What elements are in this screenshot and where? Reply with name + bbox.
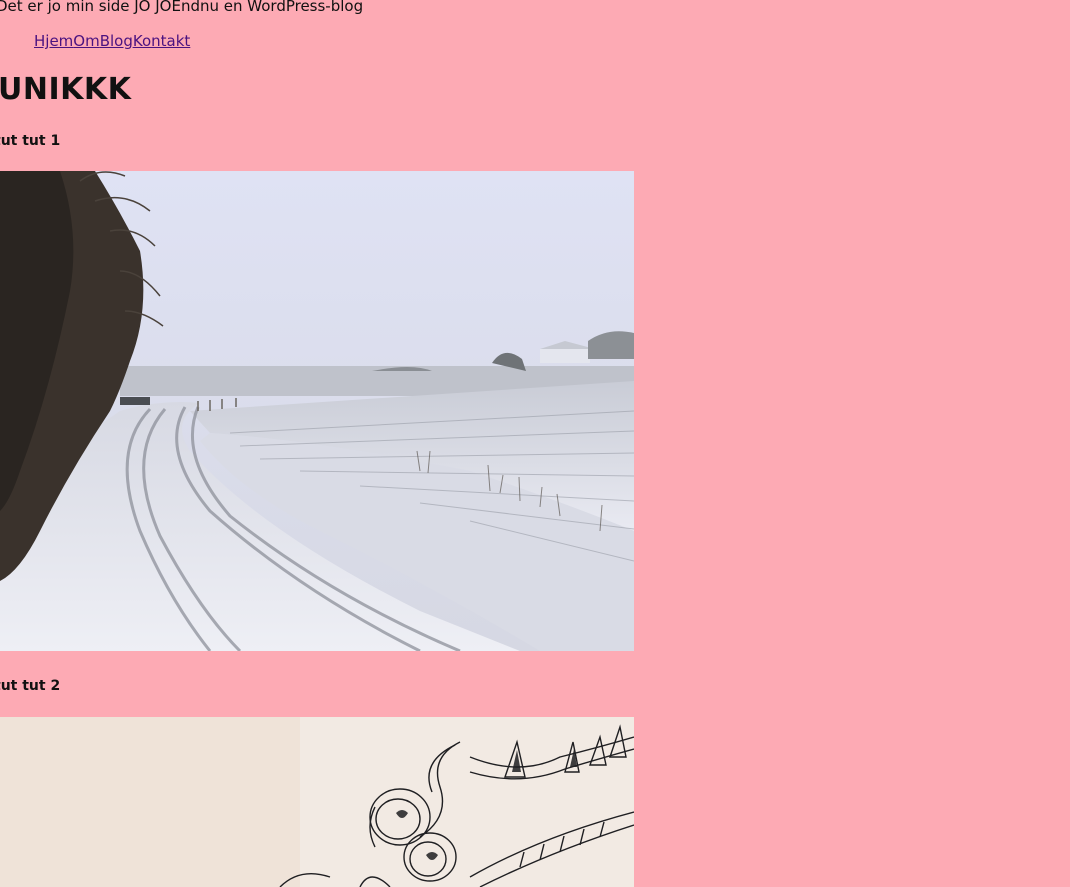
site-title[interactable]: Det er jo min side JO JOEndnu en WordPre… [0,0,363,15]
nav-link-blog[interactable]: Blog [100,32,133,50]
page-title: UNIKKK [0,72,132,107]
page: Det er jo min side JO JOEndnu en WordPre… [0,0,1070,887]
post-caption-2: tut tut 2 [0,678,61,694]
nav-link-om[interactable]: Om [73,32,99,50]
sketch-drawing-photo [0,717,634,887]
post-caption-1: tut tut 1 [0,133,61,149]
nav-link-hjem[interactable]: Hjem [34,32,73,50]
site-header: Det er jo min side JO JOEndnu en WordPre… [0,0,363,16]
nav-link-kontakt[interactable]: Kontakt [133,32,190,50]
snowy-road-photo [0,171,634,651]
main-navigation: HjemOmBlogKontakt [34,31,190,51]
